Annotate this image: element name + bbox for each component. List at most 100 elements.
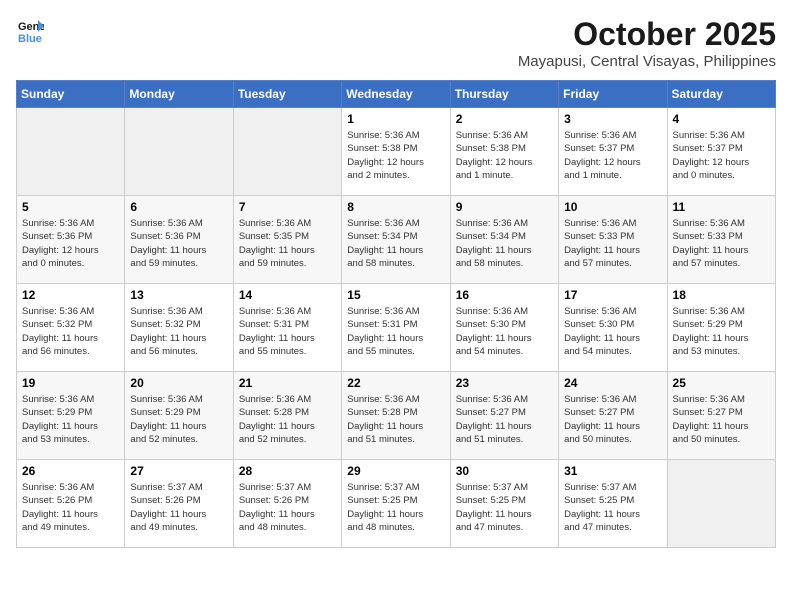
calendar-cell: 21 Sunrise: 5:36 AM Sunset: 5:28 PM Dayli… (233, 372, 341, 460)
day-number: 2 (456, 112, 553, 126)
day-number: 20 (130, 376, 227, 390)
weekday-header-row: SundayMondayTuesdayWednesdayThursdayFrid… (17, 81, 776, 108)
day-number: 10 (564, 200, 661, 214)
location-title: Mayapusi, Central Visayas, Philippines (518, 53, 776, 70)
calendar-cell: 29Sunrise: 5:37 AM Sunset: 5:25 PM Dayli… (342, 460, 450, 548)
weekday-header: Wednesday (342, 81, 450, 108)
calendar-cell: 5Sunrise: 5:36 AM Sunset: 5:36 PM Daylig… (17, 196, 125, 284)
day-info: Sunrise: 5:36 AM Sunset: 5:34 PM Dayligh… (347, 217, 444, 270)
weekday-header: Thursday (450, 81, 558, 108)
calendar-cell: 23 Sunrise: 5:36 AM Sunset: 5:27 PM Dayli… (450, 372, 558, 460)
calendar-cell (17, 108, 125, 196)
day-info: Sunrise: 5:36 AM Sunset: 5:38 PM Dayligh… (347, 129, 444, 182)
page-header: General Blue October 2025 Mayapusi, Cent… (16, 16, 776, 70)
calendar-cell: 19 Sunrise: 5:36 AM Sunset: 5:29 PM Dayli… (17, 372, 125, 460)
day-info: Sunrise: 5:36 AM Sunset: 5:35 PM Dayligh… (239, 217, 336, 270)
calendar-table: SundayMondayTuesdayWednesdayThursdayFrid… (16, 80, 776, 548)
calendar-cell (667, 460, 775, 548)
month-title: October 2025 (518, 16, 776, 53)
logo-icon: General Blue (16, 16, 44, 44)
day-number: 8 (347, 200, 444, 214)
day-number: 12 (22, 288, 119, 302)
calendar-cell: 17Sunrise: 5:36 AM Sunset: 5:30 PM Dayli… (559, 284, 667, 372)
calendar-cell: 12 Sunrise: 5:36 AM Sunset: 5:32 PM Dayli… (17, 284, 125, 372)
calendar-cell: 10Sunrise: 5:36 AM Sunset: 5:33 PM Dayli… (559, 196, 667, 284)
calendar-cell: 7 Sunrise: 5:36 AM Sunset: 5:35 PM Daylig… (233, 196, 341, 284)
day-number: 26 (22, 464, 119, 478)
weekday-header: Saturday (667, 81, 775, 108)
day-number: 9 (456, 200, 553, 214)
calendar-cell: 6 Sunrise: 5:36 AM Sunset: 5:36 PM Daylig… (125, 196, 233, 284)
day-number: 31 (564, 464, 661, 478)
day-info: Sunrise: 5:37 AM Sunset: 5:26 PM Dayligh… (239, 481, 336, 534)
calendar-cell: 18 Sunrise: 5:36 AM Sunset: 5:29 PM Dayli… (667, 284, 775, 372)
calendar-week-row: 1 Sunrise: 5:36 AM Sunset: 5:38 PM Daylig… (17, 108, 776, 196)
day-number: 4 (673, 112, 770, 126)
day-number: 24 (564, 376, 661, 390)
calendar-week-row: 5Sunrise: 5:36 AM Sunset: 5:36 PM Daylig… (17, 196, 776, 284)
day-info: Sunrise: 5:36 AM Sunset: 5:33 PM Dayligh… (673, 217, 770, 270)
calendar-cell: 8 Sunrise: 5:36 AM Sunset: 5:34 PM Daylig… (342, 196, 450, 284)
day-number: 23 (456, 376, 553, 390)
day-info: Sunrise: 5:37 AM Sunset: 5:25 PM Dayligh… (456, 481, 553, 534)
day-info: Sunrise: 5:36 AM Sunset: 5:29 PM Dayligh… (130, 393, 227, 446)
day-info: Sunrise: 5:36 AM Sunset: 5:26 PM Dayligh… (22, 481, 119, 534)
weekday-header: Sunday (17, 81, 125, 108)
day-number: 18 (673, 288, 770, 302)
calendar-cell: 25 Sunrise: 5:36 AM Sunset: 5:27 PM Dayli… (667, 372, 775, 460)
day-number: 28 (239, 464, 336, 478)
calendar-week-row: 26 Sunrise: 5:36 AM Sunset: 5:26 PM Dayli… (17, 460, 776, 548)
day-info: Sunrise: 5:36 AM Sunset: 5:27 PM Dayligh… (673, 393, 770, 446)
calendar-week-row: 19 Sunrise: 5:36 AM Sunset: 5:29 PM Dayli… (17, 372, 776, 460)
day-info: Sunrise: 5:36 AM Sunset: 5:27 PM Dayligh… (564, 393, 661, 446)
day-info: Sunrise: 5:37 AM Sunset: 5:25 PM Dayligh… (564, 481, 661, 534)
calendar-cell: 16 Sunrise: 5:36 AM Sunset: 5:30 PM Dayli… (450, 284, 558, 372)
day-info: Sunrise: 5:36 AM Sunset: 5:36 PM Dayligh… (22, 217, 119, 270)
calendar-cell: 26 Sunrise: 5:36 AM Sunset: 5:26 PM Dayli… (17, 460, 125, 548)
day-number: 11 (673, 200, 770, 214)
day-number: 30 (456, 464, 553, 478)
calendar-cell: 15Sunrise: 5:36 AM Sunset: 5:31 PM Dayli… (342, 284, 450, 372)
day-info: Sunrise: 5:36 AM Sunset: 5:29 PM Dayligh… (673, 305, 770, 358)
day-info: Sunrise: 5:36 AM Sunset: 5:27 PM Dayligh… (456, 393, 553, 446)
day-info: Sunrise: 5:37 AM Sunset: 5:26 PM Dayligh… (130, 481, 227, 534)
calendar-cell: 9Sunrise: 5:36 AM Sunset: 5:34 PM Daylig… (450, 196, 558, 284)
day-info: Sunrise: 5:36 AM Sunset: 5:28 PM Dayligh… (347, 393, 444, 446)
day-info: Sunrise: 5:36 AM Sunset: 5:28 PM Dayligh… (239, 393, 336, 446)
day-number: 14 (239, 288, 336, 302)
svg-text:Blue: Blue (18, 33, 42, 44)
day-info: Sunrise: 5:36 AM Sunset: 5:32 PM Dayligh… (22, 305, 119, 358)
day-number: 16 (456, 288, 553, 302)
day-info: Sunrise: 5:36 AM Sunset: 5:38 PM Dayligh… (456, 129, 553, 182)
calendar-cell: 14 Sunrise: 5:36 AM Sunset: 5:31 PM Dayli… (233, 284, 341, 372)
day-info: Sunrise: 5:36 AM Sunset: 5:30 PM Dayligh… (456, 305, 553, 358)
day-info: Sunrise: 5:36 AM Sunset: 5:30 PM Dayligh… (564, 305, 661, 358)
calendar-cell: 3 Sunrise: 5:36 AM Sunset: 5:37 PM Daylig… (559, 108, 667, 196)
calendar-cell: 4Sunrise: 5:36 AM Sunset: 5:37 PM Daylig… (667, 108, 775, 196)
day-info: Sunrise: 5:36 AM Sunset: 5:37 PM Dayligh… (564, 129, 661, 182)
calendar-cell: 24 Sunrise: 5:36 AM Sunset: 5:27 PM Dayli… (559, 372, 667, 460)
day-number: 29 (347, 464, 444, 478)
day-number: 6 (130, 200, 227, 214)
calendar-cell: 2 Sunrise: 5:36 AM Sunset: 5:38 PM Daylig… (450, 108, 558, 196)
day-number: 19 (22, 376, 119, 390)
calendar-cell (125, 108, 233, 196)
day-info: Sunrise: 5:36 AM Sunset: 5:29 PM Dayligh… (22, 393, 119, 446)
weekday-header: Tuesday (233, 81, 341, 108)
day-info: Sunrise: 5:36 AM Sunset: 5:36 PM Dayligh… (130, 217, 227, 270)
day-number: 25 (673, 376, 770, 390)
day-number: 7 (239, 200, 336, 214)
calendar-cell: 31 Sunrise: 5:37 AM Sunset: 5:25 PM Dayli… (559, 460, 667, 548)
calendar-cell: 1 Sunrise: 5:36 AM Sunset: 5:38 PM Daylig… (342, 108, 450, 196)
weekday-header: Friday (559, 81, 667, 108)
day-number: 27 (130, 464, 227, 478)
day-number: 1 (347, 112, 444, 126)
calendar-cell: 13Sunrise: 5:36 AM Sunset: 5:32 PM Dayli… (125, 284, 233, 372)
title-area: October 2025 Mayapusi, Central Visayas, … (518, 16, 776, 70)
logo: General Blue (16, 16, 44, 44)
day-number: 21 (239, 376, 336, 390)
calendar-cell: 27 Sunrise: 5:37 AM Sunset: 5:26 PM Dayli… (125, 460, 233, 548)
day-number: 3 (564, 112, 661, 126)
day-info: Sunrise: 5:36 AM Sunset: 5:31 PM Dayligh… (239, 305, 336, 358)
calendar-cell: 11 Sunrise: 5:36 AM Sunset: 5:33 PM Dayli… (667, 196, 775, 284)
